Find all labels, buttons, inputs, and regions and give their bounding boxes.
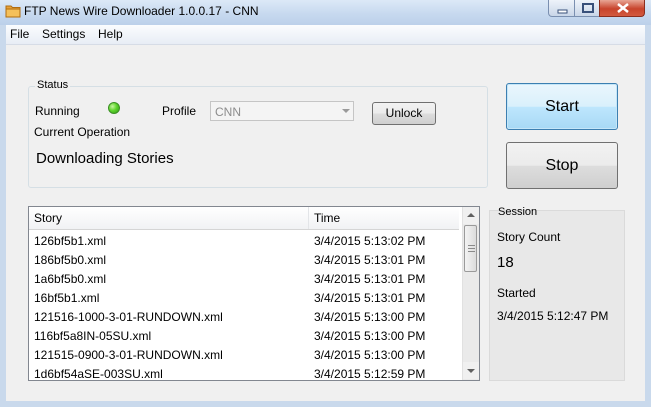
list-item[interactable]: 1a6bf5b0.xml 3/4/2015 5:13:01 PM	[29, 269, 459, 288]
scroll-up-button[interactable]	[463, 207, 479, 224]
menu-settings[interactable]: Settings	[42, 27, 85, 41]
list-item[interactable]: 116bf5a8IN-05SU.xml 3/4/2015 5:13:00 PM	[29, 326, 459, 345]
chevron-up-icon	[467, 213, 475, 217]
unlock-button[interactable]: Unlock	[372, 102, 436, 125]
story-time: 3/4/2015 5:12:59 PM	[314, 367, 426, 381]
chevron-down-icon	[342, 109, 350, 113]
story-time: 3/4/2015 5:13:01 PM	[314, 291, 426, 305]
current-operation-value: Downloading Stories	[36, 150, 174, 167]
list-item[interactable]: 121515-0900-3-01-RUNDOWN.xml 3/4/2015 5:…	[29, 345, 459, 364]
menu-help[interactable]: Help	[98, 27, 123, 41]
started-label: Started	[497, 286, 536, 300]
app-folder-icon	[5, 4, 21, 18]
column-header-time[interactable]: Time	[309, 207, 459, 229]
list-item[interactable]: 121516-1000-3-01-RUNDOWN.xml 3/4/2015 5:…	[29, 307, 459, 326]
story-name: 121515-0900-3-01-RUNDOWN.xml	[34, 348, 223, 362]
profile-select[interactable]: CNN	[210, 101, 354, 121]
story-name: 121516-1000-3-01-RUNDOWN.xml	[34, 310, 223, 324]
grip-line	[468, 248, 475, 249]
story-time: 3/4/2015 5:13:00 PM	[314, 348, 426, 362]
story-name: 186bf5b0.xml	[34, 253, 107, 267]
column-header-story[interactable]: Story	[29, 207, 309, 229]
story-time: 3/4/2015 5:13:01 PM	[314, 253, 426, 267]
story-name: 1d6bf54aSE-003SU.xml	[34, 367, 163, 381]
story-list[interactable]: Story Time 126bf5b1.xml 3/4/2015 5:13:02…	[28, 206, 480, 381]
list-item[interactable]: 1d6bf54aSE-003SU.xml 3/4/2015 5:12:59 PM	[29, 364, 459, 381]
story-list-scrollbar[interactable]	[462, 207, 479, 380]
story-time: 3/4/2015 5:13:01 PM	[314, 272, 426, 286]
grip-line	[468, 245, 475, 246]
started-value: 3/4/2015 5:12:47 PM	[497, 309, 609, 323]
story-name: 1a6bf5b0.xml	[34, 272, 107, 286]
story-name: 16bf5b1.xml	[34, 291, 100, 305]
menu-file[interactable]: File	[10, 27, 29, 41]
profile-select-value: CNN	[215, 105, 241, 119]
stop-button[interactable]: Stop	[506, 142, 618, 189]
minimize-button[interactable]	[548, 0, 575, 17]
list-item[interactable]: 16bf5b1.xml 3/4/2015 5:13:01 PM	[29, 288, 459, 307]
chevron-down-icon	[467, 369, 475, 373]
menu-bar: File Settings Help	[6, 25, 645, 45]
story-time: 3/4/2015 5:13:02 PM	[314, 234, 426, 248]
list-item[interactable]: 186bf5b0.xml 3/4/2015 5:13:01 PM	[29, 250, 459, 269]
scroll-thumb[interactable]	[464, 225, 477, 272]
story-count-label: Story Count	[497, 230, 561, 244]
window-title: FTP News Wire Downloader 1.0.0.17 - CNN	[24, 4, 259, 18]
story-count-value: 18	[497, 254, 514, 271]
grip-line	[468, 251, 475, 252]
story-name: 126bf5b1.xml	[34, 234, 107, 248]
scroll-down-button[interactable]	[463, 362, 479, 379]
title-bar: FTP News Wire Downloader 1.0.0.17 - CNN	[0, 0, 651, 25]
current-operation-label: Current Operation	[34, 125, 131, 139]
close-button[interactable]	[599, 0, 645, 17]
start-button[interactable]: Start	[506, 83, 618, 130]
story-time: 3/4/2015 5:13:00 PM	[314, 329, 426, 343]
list-item[interactable]: 126bf5b1.xml 3/4/2015 5:13:02 PM	[29, 231, 459, 250]
running-label: Running	[35, 104, 80, 118]
status-group-title: Status	[35, 79, 71, 91]
maximize-button[interactable]	[574, 0, 600, 17]
profile-label: Profile	[162, 104, 197, 118]
session-title: Session	[498, 206, 538, 218]
main-window-client: File Settings Help Status Running Profil…	[6, 25, 645, 401]
story-list-header: Story Time	[29, 207, 459, 230]
story-name: 116bf5a8IN-05SU.xml	[34, 329, 152, 343]
story-time: 3/4/2015 5:13:00 PM	[314, 310, 426, 324]
running-indicator-icon	[108, 102, 120, 114]
